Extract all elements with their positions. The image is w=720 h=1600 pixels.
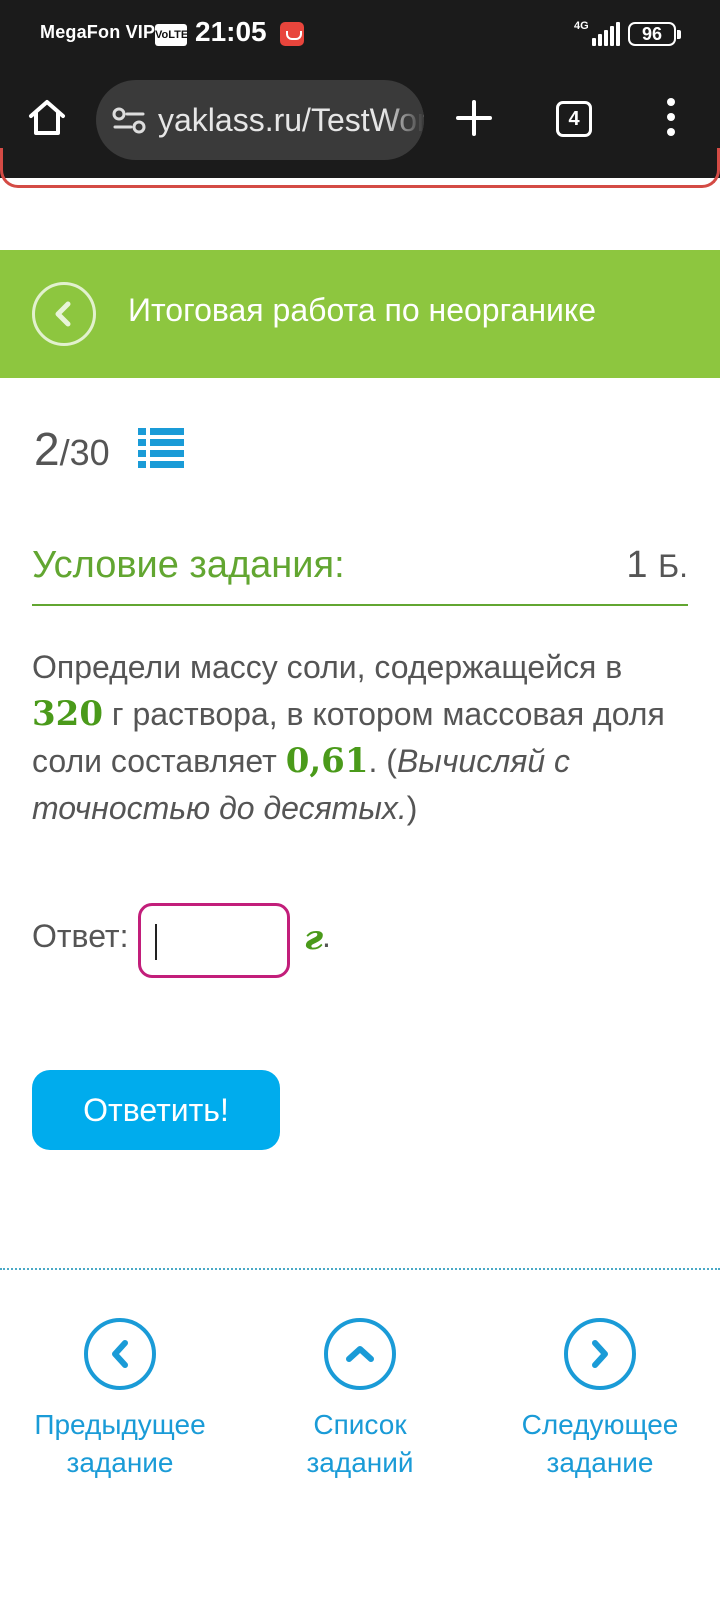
current-task-number: 2 [34, 423, 60, 475]
carrier-name: MegaFon VIP [40, 22, 156, 42]
tab-switcher-button[interactable]: 4 [556, 101, 592, 137]
test-title: Итоговая работа по неорганике [128, 292, 597, 328]
overflow-menu-button[interactable] [660, 98, 682, 140]
total-tasks: /30 [59, 432, 110, 473]
answer-input[interactable] [138, 903, 290, 978]
answer-unit: г [304, 918, 324, 958]
next-task-label[interactable]: Следующее задание [500, 1406, 700, 1482]
back-button[interactable] [32, 282, 96, 346]
site-settings-icon[interactable] [112, 106, 146, 134]
missed-call-notification-icon [280, 22, 304, 46]
new-tab-icon [456, 100, 492, 136]
status-bar: MegaFon VIP VoLTE 21:05 4G 96 [0, 0, 720, 70]
battery-icon: 96 [628, 22, 681, 46]
chevron-left-icon [112, 1340, 128, 1368]
answer-period: . [322, 918, 331, 954]
volte-icon: VoLTE [155, 24, 188, 46]
next-task-link[interactable]: Следующее задание [500, 1318, 700, 1482]
task-progress: 2/30 [34, 422, 110, 476]
condition-divider [32, 604, 688, 606]
section-divider [0, 1268, 720, 1270]
task-list-icon[interactable] [138, 426, 184, 470]
task-statement: Определи массу соли, содержащейся в 320 … [32, 649, 665, 826]
status-time: 21:05 [195, 16, 267, 47]
task-list-label[interactable]: Список заданий [260, 1406, 460, 1482]
previous-task-link[interactable]: Предыдущее задание [20, 1318, 220, 1482]
task-points: 1 Б. [626, 544, 688, 587]
mass-value: 320 [32, 694, 103, 734]
fraction-value: 0,61 [285, 741, 369, 781]
chevron-right-icon [592, 1340, 608, 1368]
chevron-left-icon [55, 301, 71, 327]
new-tab-button[interactable] [454, 98, 494, 138]
submit-answer-button[interactable]: Ответить! [32, 1070, 280, 1150]
home-icon [29, 100, 65, 135]
signal-strength-icon [592, 22, 620, 46]
network-type-icon: 4G [574, 20, 589, 32]
condition-title: Условие задания: [32, 544, 345, 586]
points-value: 1 [626, 544, 648, 586]
points-unit: Б. [658, 548, 688, 584]
task-list-link[interactable]: Список заданий [260, 1318, 460, 1482]
home-button[interactable] [26, 96, 68, 138]
previous-task-label[interactable]: Предыдущее задание [20, 1406, 220, 1482]
text-cursor [155, 924, 157, 960]
answer-label: Ответ: [32, 918, 129, 954]
chevron-up-icon [346, 1346, 374, 1362]
previous-section-edge [0, 148, 720, 188]
